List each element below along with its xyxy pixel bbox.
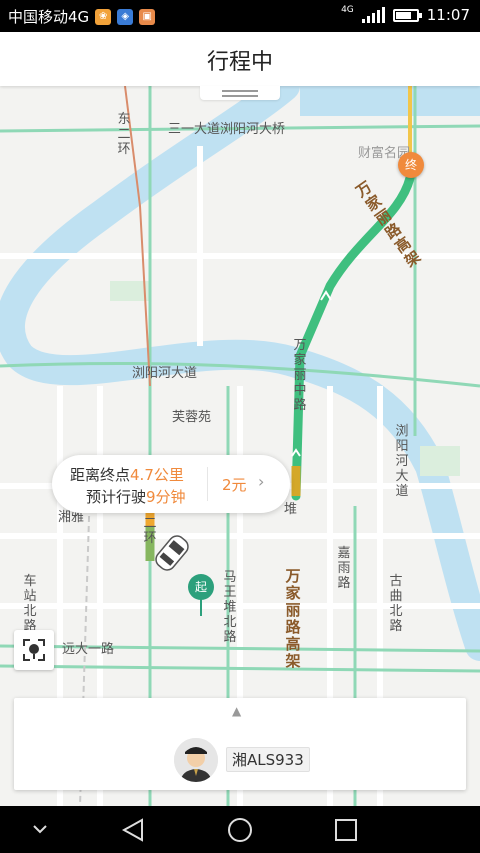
message-notification-icon: ▣: [139, 8, 156, 25]
eta-line: 预计行驶9分钟: [86, 488, 186, 506]
shield-notification-icon: ◈: [117, 8, 134, 25]
trip-info-card[interactable]: 距离终点4.7公里 预计行驶9分钟 2元 ›: [52, 455, 290, 513]
eta-value: 9分钟: [146, 488, 186, 506]
clock: 11:07: [426, 6, 470, 24]
road-label-sanyi-bridge: 三一大道浏阳河大桥: [168, 122, 286, 137]
page-header: 行程中: [0, 32, 480, 86]
driver-avatar: [174, 738, 218, 782]
fare-price[interactable]: 2元: [222, 474, 247, 495]
distance-value: 4.7公里: [130, 466, 184, 484]
driver-panel[interactable]: ▲ 湘ALS933: [14, 698, 466, 790]
pickup-marker-stem: [200, 598, 202, 616]
status-bar: 中国移动4G ❀ ◈ ▣ 4G 11:07: [0, 0, 480, 32]
system-nav-bar: [0, 806, 480, 853]
home-icon: [228, 818, 252, 842]
road-label-guqu-north: 古曲北路: [389, 574, 403, 634]
destination-marker[interactable]: 终: [398, 152, 424, 178]
poi-label-furong: 芙蓉苑: [172, 410, 212, 425]
chevron-right-icon[interactable]: ›: [258, 472, 264, 491]
app-notification-icon: ❀: [95, 8, 112, 25]
road-label-dui: 堆: [284, 502, 298, 517]
back-icon: [121, 818, 143, 842]
carrier-label: 中国移动4G: [8, 8, 90, 26]
distance-line: 距离终点4.7公里: [70, 466, 184, 484]
road-label-mawangdui-north: 马王堆北路: [223, 570, 237, 645]
road-label-liuyang-avenue: 浏阳河大道: [132, 366, 198, 381]
page-title: 行程中: [206, 50, 273, 75]
road-label-yuanda1: 远大一路: [62, 642, 115, 657]
locate-icon: [23, 639, 45, 661]
road-label-liuyanghe-right: 浏阳河大道: [395, 424, 409, 499]
road-label-east2-ring-lower: 二环: [143, 516, 157, 546]
road-label-chezhan-north: 车站北路: [23, 574, 37, 634]
network-type-label: 4G: [341, 5, 354, 15]
signal-icon: [361, 7, 385, 23]
locate-me-button[interactable]: [14, 630, 54, 670]
expand-up-icon[interactable]: ▲: [232, 704, 241, 718]
license-plate: 湘ALS933: [226, 747, 310, 772]
hide-keyboard-icon: [33, 825, 47, 834]
road-label-wanjiali-elevated-bottom: 万家丽路高架: [285, 567, 301, 670]
pull-down-handle[interactable]: [200, 86, 280, 100]
road-label-east2-ring: 东二环: [117, 112, 131, 157]
divider: [207, 467, 208, 501]
pickup-marker[interactable]: 起: [188, 574, 214, 600]
road-label-jiayu: 嘉雨路: [337, 546, 351, 591]
road-label-wanjiali-middle: 万家丽中路: [293, 338, 307, 413]
recents-icon: [335, 819, 357, 841]
battery-icon: [392, 8, 422, 22]
